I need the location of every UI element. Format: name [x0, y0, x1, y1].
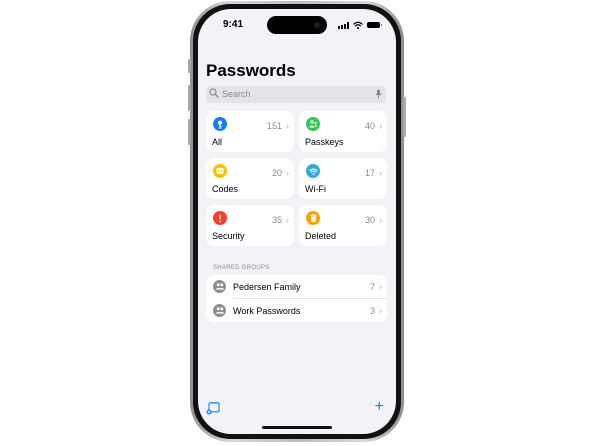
tile-label: Passkeys: [305, 137, 344, 147]
wifi-status-icon: [353, 21, 363, 29]
tile-label: Wi-Fi: [305, 184, 326, 194]
tile-count: 20: [271, 168, 282, 178]
category-grid: 151 › All 40 › Passkeys 20 › Codes 17 › …: [206, 111, 387, 246]
tile-all[interactable]: 151 › All: [206, 111, 294, 152]
group-count: 7: [369, 282, 375, 292]
screen: 9:41 Passwords Search 151 › All 40 › Pas…: [198, 9, 396, 434]
phone-frame: 9:41 Passwords Search 151 › All 40 › Pas…: [188, 1, 406, 442]
code-icon: [213, 164, 227, 178]
tile-label: Codes: [212, 184, 239, 194]
search-input[interactable]: [222, 87, 362, 101]
page-title: Passwords: [206, 61, 296, 80]
volume-down-button: [188, 119, 191, 145]
chevron-right-icon: ›: [286, 168, 289, 178]
group-icon: [213, 304, 226, 317]
cellular-signal-icon: [338, 21, 349, 29]
add-password-button[interactable]: +: [375, 399, 384, 415]
wifi-icon: [306, 164, 320, 178]
shared-group-row[interactable]: Work Passwords 3 ›: [206, 299, 387, 322]
tile-codes[interactable]: 20 › Codes: [206, 158, 294, 199]
chevron-right-icon: ›: [379, 282, 382, 292]
key-icon: [213, 117, 227, 131]
tile-deleted[interactable]: 30 › Deleted: [299, 205, 387, 246]
shared-groups-list: Pedersen Family 7 › Work Passwords 3 ›: [206, 275, 387, 322]
trash-icon: [306, 211, 320, 225]
status-bar: 9:41: [198, 9, 396, 43]
volume-up-button: [188, 85, 191, 111]
battery-icon: [367, 22, 382, 28]
chevron-right-icon: ›: [379, 215, 382, 225]
tile-count: 17: [364, 168, 375, 178]
group-name: Pedersen Family: [233, 282, 301, 292]
search-icon: [209, 88, 219, 98]
shared-group-add-icon: [206, 402, 220, 415]
camera-icon: [314, 22, 320, 28]
passkey-icon: [306, 117, 320, 131]
side-button: [403, 97, 406, 137]
chevron-right-icon: ›: [286, 215, 289, 225]
tile-count: 30: [364, 215, 375, 225]
tile-count: 35: [271, 215, 282, 225]
home-indicator: [262, 426, 332, 429]
tile-wifi[interactable]: 17 › Wi-Fi: [299, 158, 387, 199]
group-count: 3: [369, 306, 375, 316]
tile-security[interactable]: 35 › Security: [206, 205, 294, 246]
tile-label: Deleted: [305, 231, 337, 241]
group-name: Work Passwords: [233, 306, 301, 316]
shared-group-row[interactable]: Pedersen Family 7 ›: [206, 275, 387, 299]
search-bar[interactable]: [206, 86, 386, 103]
status-icons: [338, 21, 382, 29]
action-button: [188, 59, 191, 73]
tile-label: Security: [212, 231, 245, 241]
shared-groups-header: SHARED GROUPS: [213, 265, 270, 271]
tile-count: 151: [266, 121, 282, 131]
microphone-icon[interactable]: [375, 89, 382, 99]
chevron-right-icon: ›: [379, 168, 382, 178]
chevron-right-icon: ›: [379, 121, 382, 131]
tile-passkeys[interactable]: 40 › Passkeys: [299, 111, 387, 152]
tile-count: 40: [364, 121, 375, 131]
status-time: 9:41: [223, 19, 244, 30]
exclamation-icon: [213, 211, 227, 225]
new-shared-group-button[interactable]: [206, 402, 220, 420]
chevron-right-icon: ›: [286, 121, 289, 131]
dynamic-island: [267, 16, 327, 34]
tile-label: All: [212, 137, 223, 147]
group-icon: [213, 280, 226, 293]
chevron-right-icon: ›: [379, 306, 382, 316]
